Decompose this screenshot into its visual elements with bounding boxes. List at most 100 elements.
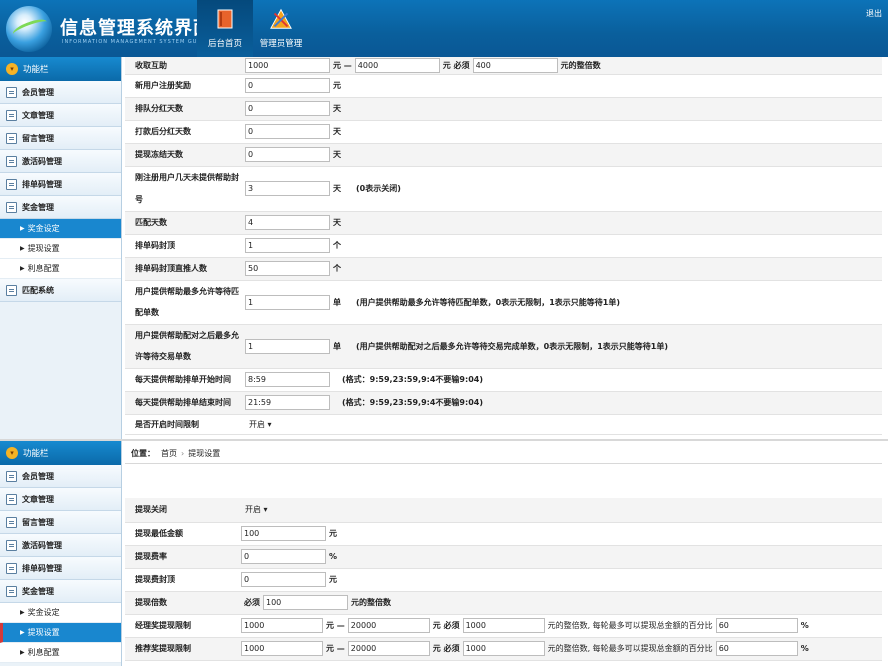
app-header: 信息管理系统界面 INFORMATION MANAGEMENT SYSTEM G… xyxy=(0,0,888,57)
breadcrumb-separator-icon: › xyxy=(181,449,185,458)
sidebar-header: ▾ 功能栏 xyxy=(0,57,121,81)
form-row: 用户提供帮助最多允许等待匹配单数 1 单 (用户提供帮助最多允许等待匹配单数，0表示无… xyxy=(125,280,882,325)
sidebar-item-messages[interactable]: 留言管理 xyxy=(0,511,121,534)
sidebar-item-activation[interactable]: 激活码管理 xyxy=(0,150,121,173)
value-input[interactable]: 0 xyxy=(245,78,330,93)
screenshot-divider xyxy=(0,439,888,441)
sidebar-toggle-icon[interactable]: ▾ xyxy=(6,63,18,75)
value-input[interactable]: 1 xyxy=(245,338,330,354)
breadcrumb-home[interactable]: 首页 xyxy=(161,448,177,459)
triangle-right-icon: ▶ xyxy=(20,629,25,636)
value-input[interactable]: 1000 xyxy=(241,641,323,656)
value-input[interactable]: 0 xyxy=(245,101,330,116)
value-input[interactable]: 100 xyxy=(263,595,348,610)
sidebar-sub-interest[interactable]: ▶ 利息配置 xyxy=(0,259,121,279)
form-row: 用户提供帮助配对之后最多允许等待交易单数 1 单 (用户提供帮助配对之后最多允许等待交… xyxy=(125,324,882,369)
sidebar-item-members[interactable]: 会员管理 xyxy=(0,465,121,488)
sidebar-item-activation[interactable]: 激活码管理 xyxy=(0,534,121,557)
value-input[interactable]: 20000 xyxy=(347,618,430,633)
withdraw-settings-form: 提现关闭 开启 ▾ 提现最低金额 100 元 提现费率 0% 提现费封顶 0 元 提现倍数必… xyxy=(125,498,882,661)
value-input[interactable]: 1000 xyxy=(462,641,545,656)
form-row: 推荐奖提现限制 1000 元 —20000 元 必须 1000 元的整倍数, 每轮最多可以… xyxy=(125,637,882,661)
value-input[interactable]: 0 xyxy=(245,124,330,139)
form-row: 是否开启时间限制 开启 ▾ xyxy=(125,414,882,435)
form-row: 提现最低金额 100 元 xyxy=(125,522,882,546)
form-row: 排单码封顶直推人数 50 个 xyxy=(125,257,882,281)
edit-icon xyxy=(6,201,17,213)
value-input[interactable]: 8:59 xyxy=(245,372,330,387)
sidebar-sub-withdraw-setting[interactable]: ▶ 提现设置 xyxy=(0,239,121,259)
nav-admin-label: 管理员管理 xyxy=(259,39,303,49)
form-row: 经理奖提现限制 1000 元 —20000 元 必须 1000 元的整倍数, 每轮最多可以… xyxy=(125,614,882,638)
form-row: 每天提供帮助排单开始时间 8:59 (格式：9:59,23:59,9:4不要输9:0… xyxy=(125,368,882,392)
triangle-right-icon: ▶ xyxy=(20,265,25,272)
nav-home[interactable]: 后台首页 xyxy=(197,0,253,57)
list-icon xyxy=(6,562,17,574)
value-input[interactable]: 60 xyxy=(715,618,798,633)
breadcrumb: 位置： 首页 › 提现设置 xyxy=(125,444,882,464)
sidebar-toggle-icon[interactable]: ▾ xyxy=(6,447,18,459)
sidebar-sub-withdraw-setting[interactable]: ▶ 提现设置 xyxy=(0,623,121,643)
edit-icon xyxy=(6,585,17,597)
form-row: 收取互助 1000 元 —4000 元 必须 400 元的整倍数 xyxy=(125,57,882,75)
triangle-right-icon: ▶ xyxy=(20,609,25,616)
triangle-right-icon: ▶ xyxy=(20,245,25,252)
value-input[interactable]: 1000 xyxy=(462,618,545,633)
edit-icon xyxy=(6,132,17,144)
top-nav: 后台首页 管理员管理 xyxy=(197,0,309,57)
logout-link[interactable]: 退出 xyxy=(866,8,882,19)
value-input[interactable]: 60 xyxy=(715,641,798,656)
form-row: 打款后分红天数 0 天 xyxy=(125,120,882,144)
list-icon xyxy=(6,178,17,190)
value-input[interactable]: 400 xyxy=(472,57,558,73)
sidebar-item-messages[interactable]: 留言管理 xyxy=(0,127,121,150)
sidebar-item-articles[interactable]: 文章管理 xyxy=(0,488,121,511)
value-input[interactable]: 3 xyxy=(245,181,330,196)
sidebar-item-bonus[interactable]: 奖金管理 xyxy=(0,196,121,219)
nav-admin[interactable]: 管理员管理 xyxy=(253,0,309,57)
sidebar-item-bonus[interactable]: 奖金管理 xyxy=(0,580,121,603)
tools-icon xyxy=(269,7,293,31)
form-row: 匹配天数 4 天 xyxy=(125,211,882,235)
sidebar-bottom: ▾ 功能栏 会员管理 文章管理 留言管理 激活码管理 排单码管理 奖金管理 ▶ 奖金… xyxy=(0,441,122,666)
list-icon xyxy=(6,155,17,167)
sidebar-item-articles[interactable]: 文章管理 xyxy=(0,104,121,127)
value-input[interactable]: 1000 xyxy=(245,57,330,73)
form-row: 提现倍数 必须 100 元的整倍数 xyxy=(125,591,882,615)
edit-icon xyxy=(6,109,17,121)
form-row: 排队分红天数 0 天 xyxy=(125,97,882,121)
list-icon xyxy=(6,284,17,296)
breadcrumb-current: 提现设置 xyxy=(188,449,221,458)
value-input[interactable]: 21:59 xyxy=(245,395,330,410)
value-input[interactable]: 1 xyxy=(245,238,330,253)
list-icon xyxy=(6,539,17,551)
value-input[interactable]: 100 xyxy=(241,526,326,541)
app-title: 信息管理系统界面 xyxy=(60,18,212,39)
bonus-settings-form: 收取互助 1000 元 —4000 元 必须 400 元的整倍数 新用户注册奖励 0 元 排队… xyxy=(125,57,882,435)
value-input[interactable]: 0 xyxy=(245,147,330,162)
time-limit-select[interactable]: 开启 ▾ xyxy=(249,419,272,430)
withdraw-switch-select[interactable]: 开启 ▾ xyxy=(245,504,268,515)
value-input[interactable]: 1000 xyxy=(241,618,323,633)
edit-icon xyxy=(6,493,17,505)
form-row: 排单码封顶 1 个 xyxy=(125,234,882,258)
sidebar-top: ▾ 功能栏 会员管理 文章管理 留言管理 激活码管理 排单码管理 奖金管理 ▶ 奖金… xyxy=(0,57,122,439)
sidebar-header: ▾ 功能栏 xyxy=(0,441,121,465)
value-input[interactable]: 20000 xyxy=(347,641,430,656)
sidebar-sub-bonus-setting[interactable]: ▶ 奖金设定 xyxy=(0,603,121,623)
sidebar-sub-interest[interactable]: ▶ 利息配置 xyxy=(0,643,121,663)
sidebar-item-queue-code[interactable]: 排单码管理 xyxy=(0,557,121,580)
value-input[interactable]: 0 xyxy=(241,549,326,564)
form-row: 每天提供帮助排单结束时间 21:59 (格式：9:59,23:59,9:4不要输9:… xyxy=(125,391,882,415)
sidebar-item-matching[interactable]: 匹配系统 xyxy=(0,279,121,302)
sidebar-item-queue-code[interactable]: 排单码管理 xyxy=(0,173,121,196)
app-subtitle: INFORMATION MANAGEMENT SYSTEM GUI xyxy=(62,39,200,45)
value-input[interactable]: 1 xyxy=(245,294,330,310)
value-input[interactable]: 0 xyxy=(241,572,326,587)
value-input[interactable]: 4 xyxy=(245,215,330,230)
sidebar-item-members[interactable]: 会员管理 xyxy=(0,81,121,104)
triangle-right-icon: ▶ xyxy=(20,225,25,232)
sidebar-sub-bonus-setting[interactable]: ▶ 奖金设定 xyxy=(0,219,121,239)
value-input[interactable]: 50 xyxy=(245,261,330,276)
value-input[interactable]: 4000 xyxy=(354,57,440,73)
